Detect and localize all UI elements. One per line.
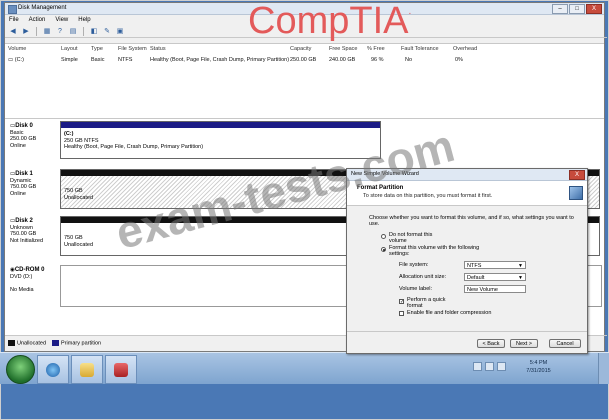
cancel-button[interactable]: Cancel: [549, 339, 581, 348]
cell-fault-tolerance: No: [405, 57, 413, 63]
start-button[interactable]: [6, 355, 35, 384]
taskbar-explorer[interactable]: [71, 355, 103, 384]
comptia-watermark: CompTIA.: [248, 0, 412, 42]
internet-explorer-icon: [46, 362, 60, 377]
volume-label-label: Volume label:: [399, 286, 433, 292]
header-layout[interactable]: Layout: [61, 46, 78, 54]
cdrom-0-label[interactable]: ◉CD-ROM 0 DVD (D:) No Media: [10, 267, 62, 293]
radio-do-not-format[interactable]: [381, 234, 386, 239]
menu-help[interactable]: Help: [78, 17, 90, 23]
drive-icon: ▭: [8, 57, 15, 63]
wizard-close-button[interactable]: X: [569, 170, 585, 180]
menu-file[interactable]: File: [9, 17, 19, 23]
volume-icon[interactable]: ▣: [115, 27, 125, 36]
label-do-not-format: Do not format this volume: [389, 232, 433, 244]
header-type[interactable]: Type: [91, 46, 103, 54]
back-button[interactable]: < Back: [477, 339, 505, 348]
clock[interactable]: 5:4 PM 7/31/2015: [516, 359, 561, 375]
cell-layout: Simple: [61, 57, 78, 63]
volume-icon[interactable]: [497, 362, 506, 371]
file-system-label: File system:: [399, 262, 429, 268]
cell-overhead: 0%: [455, 57, 463, 63]
wizard-divider: [347, 331, 587, 332]
allocation-unit-label: Allocation unit size:: [399, 274, 447, 280]
new-simple-volume-wizard: New Simple Volume Wizard X Format Partit…: [346, 168, 588, 354]
cell-percent-free: 96 %: [371, 57, 384, 63]
label-format-volume: Format this volume with the following set…: [389, 245, 480, 257]
compression-label: Enable file and folder compression: [407, 310, 492, 316]
network-icon[interactable]: [485, 362, 494, 371]
chevron-down-icon: ▼: [518, 275, 523, 281]
back-arrow-icon[interactable]: ◀: [8, 27, 18, 36]
allocation-unit-select[interactable]: Default ▼: [464, 273, 526, 281]
wizard-subheading: To store data on this partition, you mus…: [363, 193, 493, 199]
settings-icon[interactable]: ✎: [102, 27, 112, 36]
wizard-disk-icon: [569, 186, 583, 200]
quick-format-label: Perform a quick format: [407, 297, 446, 309]
taskbar-ie[interactable]: [37, 355, 69, 384]
next-button[interactable]: Next >: [510, 339, 538, 348]
folder-icon: [80, 362, 94, 377]
window-title: Disk Management: [18, 5, 67, 11]
file-system-select[interactable]: NTFS ▼: [464, 261, 526, 269]
cell-volume: ▭ (C:): [8, 57, 24, 63]
header-status[interactable]: Status: [150, 46, 166, 54]
wizard-prompt: Choose whether you want to format this v…: [369, 215, 574, 227]
taskbar-disk-management[interactable]: [105, 355, 137, 384]
close-button[interactable]: X: [586, 4, 602, 14]
forward-arrow-icon[interactable]: ▶: [21, 27, 31, 36]
flag-icon[interactable]: [473, 362, 482, 371]
menu-action[interactable]: Action: [29, 17, 46, 23]
disk-0-label[interactable]: ▭Disk 0 Basic 250.00 GB Online: [10, 123, 62, 149]
show-desktop-button[interactable]: [598, 353, 609, 384]
header-file-system[interactable]: File System: [118, 46, 147, 54]
header-volume[interactable]: Volume: [8, 46, 26, 54]
quick-format-checkbox[interactable]: ✓: [399, 299, 404, 305]
legend-primary: Primary partition: [52, 339, 101, 346]
taskbar: 5:4 PM 7/31/2015: [0, 352, 609, 384]
properties-icon[interactable]: ▦: [42, 27, 52, 36]
chevron-down-icon: ▼: [518, 263, 523, 269]
disk-2-label[interactable]: ▭Disk 2 Unknown 750.00 GB Not Initialize…: [10, 218, 62, 244]
cell-capacity: 250.00 GB: [290, 57, 317, 63]
header-free-space[interactable]: Free Space: [329, 46, 357, 54]
menu-view[interactable]: View: [55, 17, 68, 23]
header-capacity[interactable]: Capacity: [290, 46, 311, 54]
toolbox-icon: [114, 362, 128, 377]
cell-free-space: 240.00 GB: [329, 57, 356, 63]
cell-type: Basic: [91, 57, 105, 63]
disk-management-icon: [8, 5, 17, 14]
refresh-icon[interactable]: ▤: [68, 27, 78, 36]
cell-status: Healthy (Boot, Page File, Crash Dump, Pr…: [150, 57, 290, 63]
header-percent-free[interactable]: % Free: [367, 46, 385, 54]
radio-format-volume[interactable]: [381, 247, 386, 252]
legend-unallocated: Unallocated: [8, 339, 46, 346]
minimize-button[interactable]: –: [552, 4, 568, 14]
volume-list: [5, 43, 604, 119]
volume-label-input[interactable]: New Volume: [464, 285, 526, 293]
header-overhead[interactable]: Overhead: [453, 46, 477, 54]
system-tray: [473, 362, 506, 371]
maximize-button[interactable]: □: [569, 4, 585, 14]
header-fault-tolerance[interactable]: Fault Tolerance: [401, 46, 439, 54]
disk-1-label[interactable]: ▭Disk 1 Dynamic 750.00 GB Online: [10, 171, 62, 197]
console-icon[interactable]: ◧: [89, 27, 99, 36]
help-icon[interactable]: ?: [55, 27, 65, 36]
compression-checkbox[interactable]: [399, 311, 404, 316]
cell-file-system: NTFS: [118, 57, 133, 63]
